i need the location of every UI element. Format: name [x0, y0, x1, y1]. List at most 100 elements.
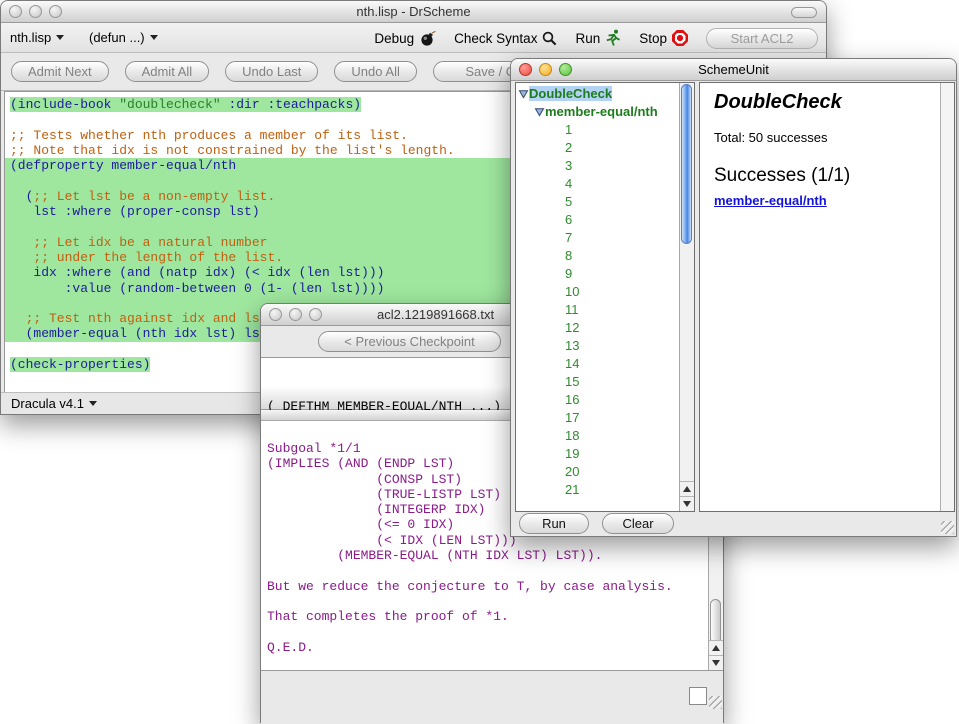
debug-button[interactable]: Debug — [374, 30, 436, 46]
tree-item-case[interactable]: 7 — [516, 229, 694, 247]
chevron-down-icon — [89, 401, 97, 406]
tree-item-label: member-equal/nth — [545, 104, 658, 119]
disclosure-triangle-icon[interactable] — [534, 107, 545, 117]
tree-item-case[interactable]: 2 — [516, 139, 694, 157]
scroll-up-button[interactable] — [680, 481, 694, 496]
toolbar-toggle-button[interactable] — [791, 7, 817, 18]
test-detail-panel: DoubleCheck Total: 50 successes Successe… — [699, 82, 955, 512]
tree-item-case[interactable]: 4 — [516, 175, 694, 193]
bomb-icon — [419, 30, 436, 46]
tree-item-case[interactable]: 17 — [516, 409, 694, 427]
runner-icon — [605, 29, 621, 47]
scroll-up-button[interactable] — [709, 640, 723, 655]
scrollbar-thumb[interactable] — [681, 84, 692, 244]
resize-grip[interactable] — [941, 521, 954, 534]
window-title: nth.lisp - DrScheme — [1, 4, 826, 19]
stop-button[interactable]: Stop — [639, 30, 688, 46]
magnifier-icon — [542, 31, 557, 46]
chevron-down-icon — [56, 35, 64, 40]
dracula-version-label: Dracula v4.1 — [11, 396, 84, 411]
desktop: { "drscheme": { "title": "nth.lisp - DrS… — [0, 0, 959, 712]
detail-successes-heading: Successes (1/1) — [714, 165, 930, 187]
run-tests-label: Run — [542, 516, 566, 531]
admit-all-label: Admit All — [142, 64, 193, 79]
tree-item-case[interactable]: 10 — [516, 283, 694, 301]
run-button[interactable]: Run — [575, 29, 621, 47]
window-title: SchemeUnit — [511, 62, 956, 77]
start-acl2-label: Start ACL2 — [731, 31, 794, 46]
tree-item-case[interactable]: 20 — [516, 463, 694, 481]
chevron-down-icon — [150, 35, 158, 40]
status-checkbox[interactable] — [689, 687, 707, 705]
admit-next-button[interactable]: Admit Next — [11, 61, 109, 82]
debug-label: Debug — [374, 31, 414, 46]
tree-item-case[interactable]: 15 — [516, 373, 694, 391]
tree-item-case[interactable]: 14 — [516, 355, 694, 373]
suite-link[interactable]: member-equal/nth — [714, 193, 827, 208]
clear-label: Clear — [622, 516, 653, 531]
check-syntax-label: Check Syntax — [454, 31, 537, 46]
schemeunit-titlebar[interactable]: SchemeUnit — [511, 59, 956, 81]
resize-grip[interactable] — [709, 696, 722, 709]
admit-all-button[interactable]: Admit All — [125, 61, 210, 82]
arrow-up-icon — [683, 486, 691, 492]
window-title: acl2.1219891668.txt — [377, 307, 494, 322]
file-dropdown-label: nth.lisp — [10, 30, 51, 45]
drscheme-menu-row: nth.lisp (defun ...) Debug Check Syntax — [1, 23, 826, 53]
tree-item-case[interactable]: 5 — [516, 193, 694, 211]
defun-dropdown[interactable]: (defun ...) — [89, 30, 158, 45]
stop-sign-icon — [672, 30, 688, 46]
detail-scrollbar[interactable] — [940, 83, 954, 511]
detail-total: Total: 50 successes — [714, 130, 930, 145]
tree-item-case[interactable]: 8 — [516, 247, 694, 265]
arrow-down-icon — [683, 501, 691, 507]
start-acl2-button[interactable]: Start ACL2 — [706, 28, 818, 49]
undo-last-label: Undo Last — [242, 64, 301, 79]
tree-item-case[interactable]: 12 — [516, 319, 694, 337]
tree-item-label: DoubleCheck — [529, 86, 612, 101]
schemeunit-window: SchemeUnit DoubleCheck member-equal/nth … — [510, 58, 957, 537]
stop-label: Stop — [639, 31, 667, 46]
arrow-down-icon — [712, 660, 720, 666]
window-controls — [269, 308, 322, 321]
zoom-button[interactable] — [309, 308, 322, 321]
undo-last-button[interactable]: Undo Last — [225, 61, 318, 82]
drscheme-actions: Debug Check Syntax Run — [374, 23, 818, 53]
tree-scrollbar[interactable] — [679, 83, 694, 511]
tree-item-case[interactable]: 3 — [516, 157, 694, 175]
detail-heading: DoubleCheck — [714, 91, 930, 114]
tree-case-list: 123456789101112131415161718192021 — [516, 121, 694, 499]
dracula-version-menu[interactable]: Dracula v4.1 — [11, 396, 97, 411]
previous-checkpoint-button[interactable]: < Previous Checkpoint — [318, 331, 501, 352]
undo-all-label: Undo All — [351, 64, 399, 79]
tree-item-case[interactable]: 18 — [516, 427, 694, 445]
tree-item-doublecheck[interactable]: DoubleCheck — [516, 85, 694, 103]
run-label: Run — [575, 31, 600, 46]
minimize-button[interactable] — [289, 308, 302, 321]
clear-button[interactable]: Clear — [602, 513, 674, 534]
tree-item-case[interactable]: 11 — [516, 301, 694, 319]
tree-item-case[interactable]: 13 — [516, 337, 694, 355]
undo-all-button[interactable]: Undo All — [334, 61, 416, 82]
scroll-down-button[interactable] — [680, 496, 694, 511]
tree-item-suite[interactable]: member-equal/nth — [516, 103, 694, 121]
previous-checkpoint-label: < Previous Checkpoint — [344, 334, 474, 349]
acl2-status-area — [261, 670, 723, 724]
scrollbar-thumb[interactable] — [710, 599, 721, 644]
tree-item-case[interactable]: 1 — [516, 121, 694, 139]
test-tree-panel: DoubleCheck member-equal/nth 12345678910… — [515, 82, 695, 512]
check-syntax-button[interactable]: Check Syntax — [454, 31, 557, 46]
tree-item-case[interactable]: 6 — [516, 211, 694, 229]
admit-next-label: Admit Next — [28, 64, 92, 79]
disclosure-triangle-icon[interactable] — [518, 89, 529, 99]
tree-item-case[interactable]: 21 — [516, 481, 694, 499]
arrow-up-icon — [712, 645, 720, 651]
run-tests-button[interactable]: Run — [519, 513, 589, 534]
file-dropdown[interactable]: nth.lisp — [10, 30, 64, 45]
tree-item-case[interactable]: 9 — [516, 265, 694, 283]
close-button[interactable] — [269, 308, 282, 321]
tree-item-case[interactable]: 19 — [516, 445, 694, 463]
tree-item-case[interactable]: 16 — [516, 391, 694, 409]
scroll-down-button[interactable] — [709, 655, 723, 670]
drscheme-titlebar[interactable]: nth.lisp - DrScheme — [1, 1, 826, 23]
